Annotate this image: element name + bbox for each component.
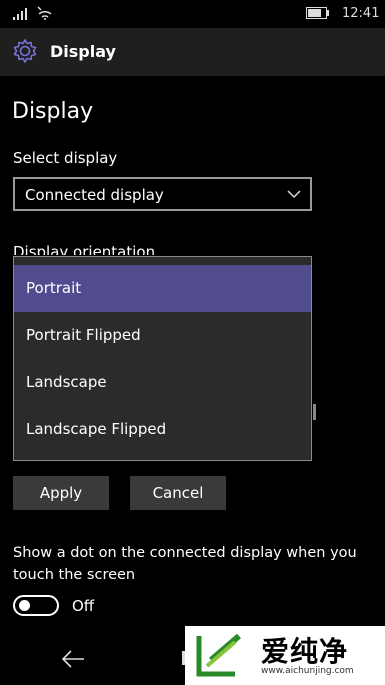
orientation-dropdown: Portrait Portrait Flipped Landscape Land… [13, 256, 312, 461]
cancel-button[interactable]: Cancel [130, 476, 226, 510]
wifi-icon [37, 6, 52, 20]
dot-setting-description: Show a dot on the connected display when… [13, 545, 357, 583]
watermark-brand: 爱纯净 [261, 635, 349, 668]
gear-icon [13, 39, 37, 63]
page-title: Display [12, 99, 94, 124]
app-header: Display [0, 28, 385, 76]
back-arrow-icon[interactable] [60, 649, 86, 669]
orientation-option-landscape[interactable]: Landscape [14, 359, 311, 406]
orientation-option-landscape-flipped[interactable]: Landscape Flipped [14, 406, 311, 453]
watermark-url: www.aichunjing.com [261, 666, 354, 676]
watermark-logo-icon [196, 633, 241, 677]
signal-icon [13, 8, 27, 20]
dot-toggle[interactable] [13, 595, 59, 616]
dot-toggle-state: Off [72, 597, 95, 615]
chevron-down-icon [287, 190, 301, 199]
orientation-option-portrait[interactable]: Portrait [14, 265, 311, 312]
status-bar: 12:41 [0, 0, 385, 28]
toggle-knob [19, 600, 30, 611]
select-display-value: Connected display [25, 186, 164, 204]
select-display-combobox[interactable]: Connected display [13, 177, 312, 211]
clock: 12:41 [342, 6, 380, 21]
orientation-option-portrait-flipped[interactable]: Portrait Flipped [14, 312, 311, 359]
apply-button[interactable]: Apply [13, 476, 109, 510]
app-title: Display [50, 42, 116, 61]
orientation-label: Display orientation [13, 243, 156, 255]
scroll-indicator [313, 404, 316, 420]
watermark: 爱纯净 www.aichunjing.com [185, 626, 385, 685]
select-display-label: Select display [13, 149, 118, 167]
battery-icon [306, 7, 329, 19]
